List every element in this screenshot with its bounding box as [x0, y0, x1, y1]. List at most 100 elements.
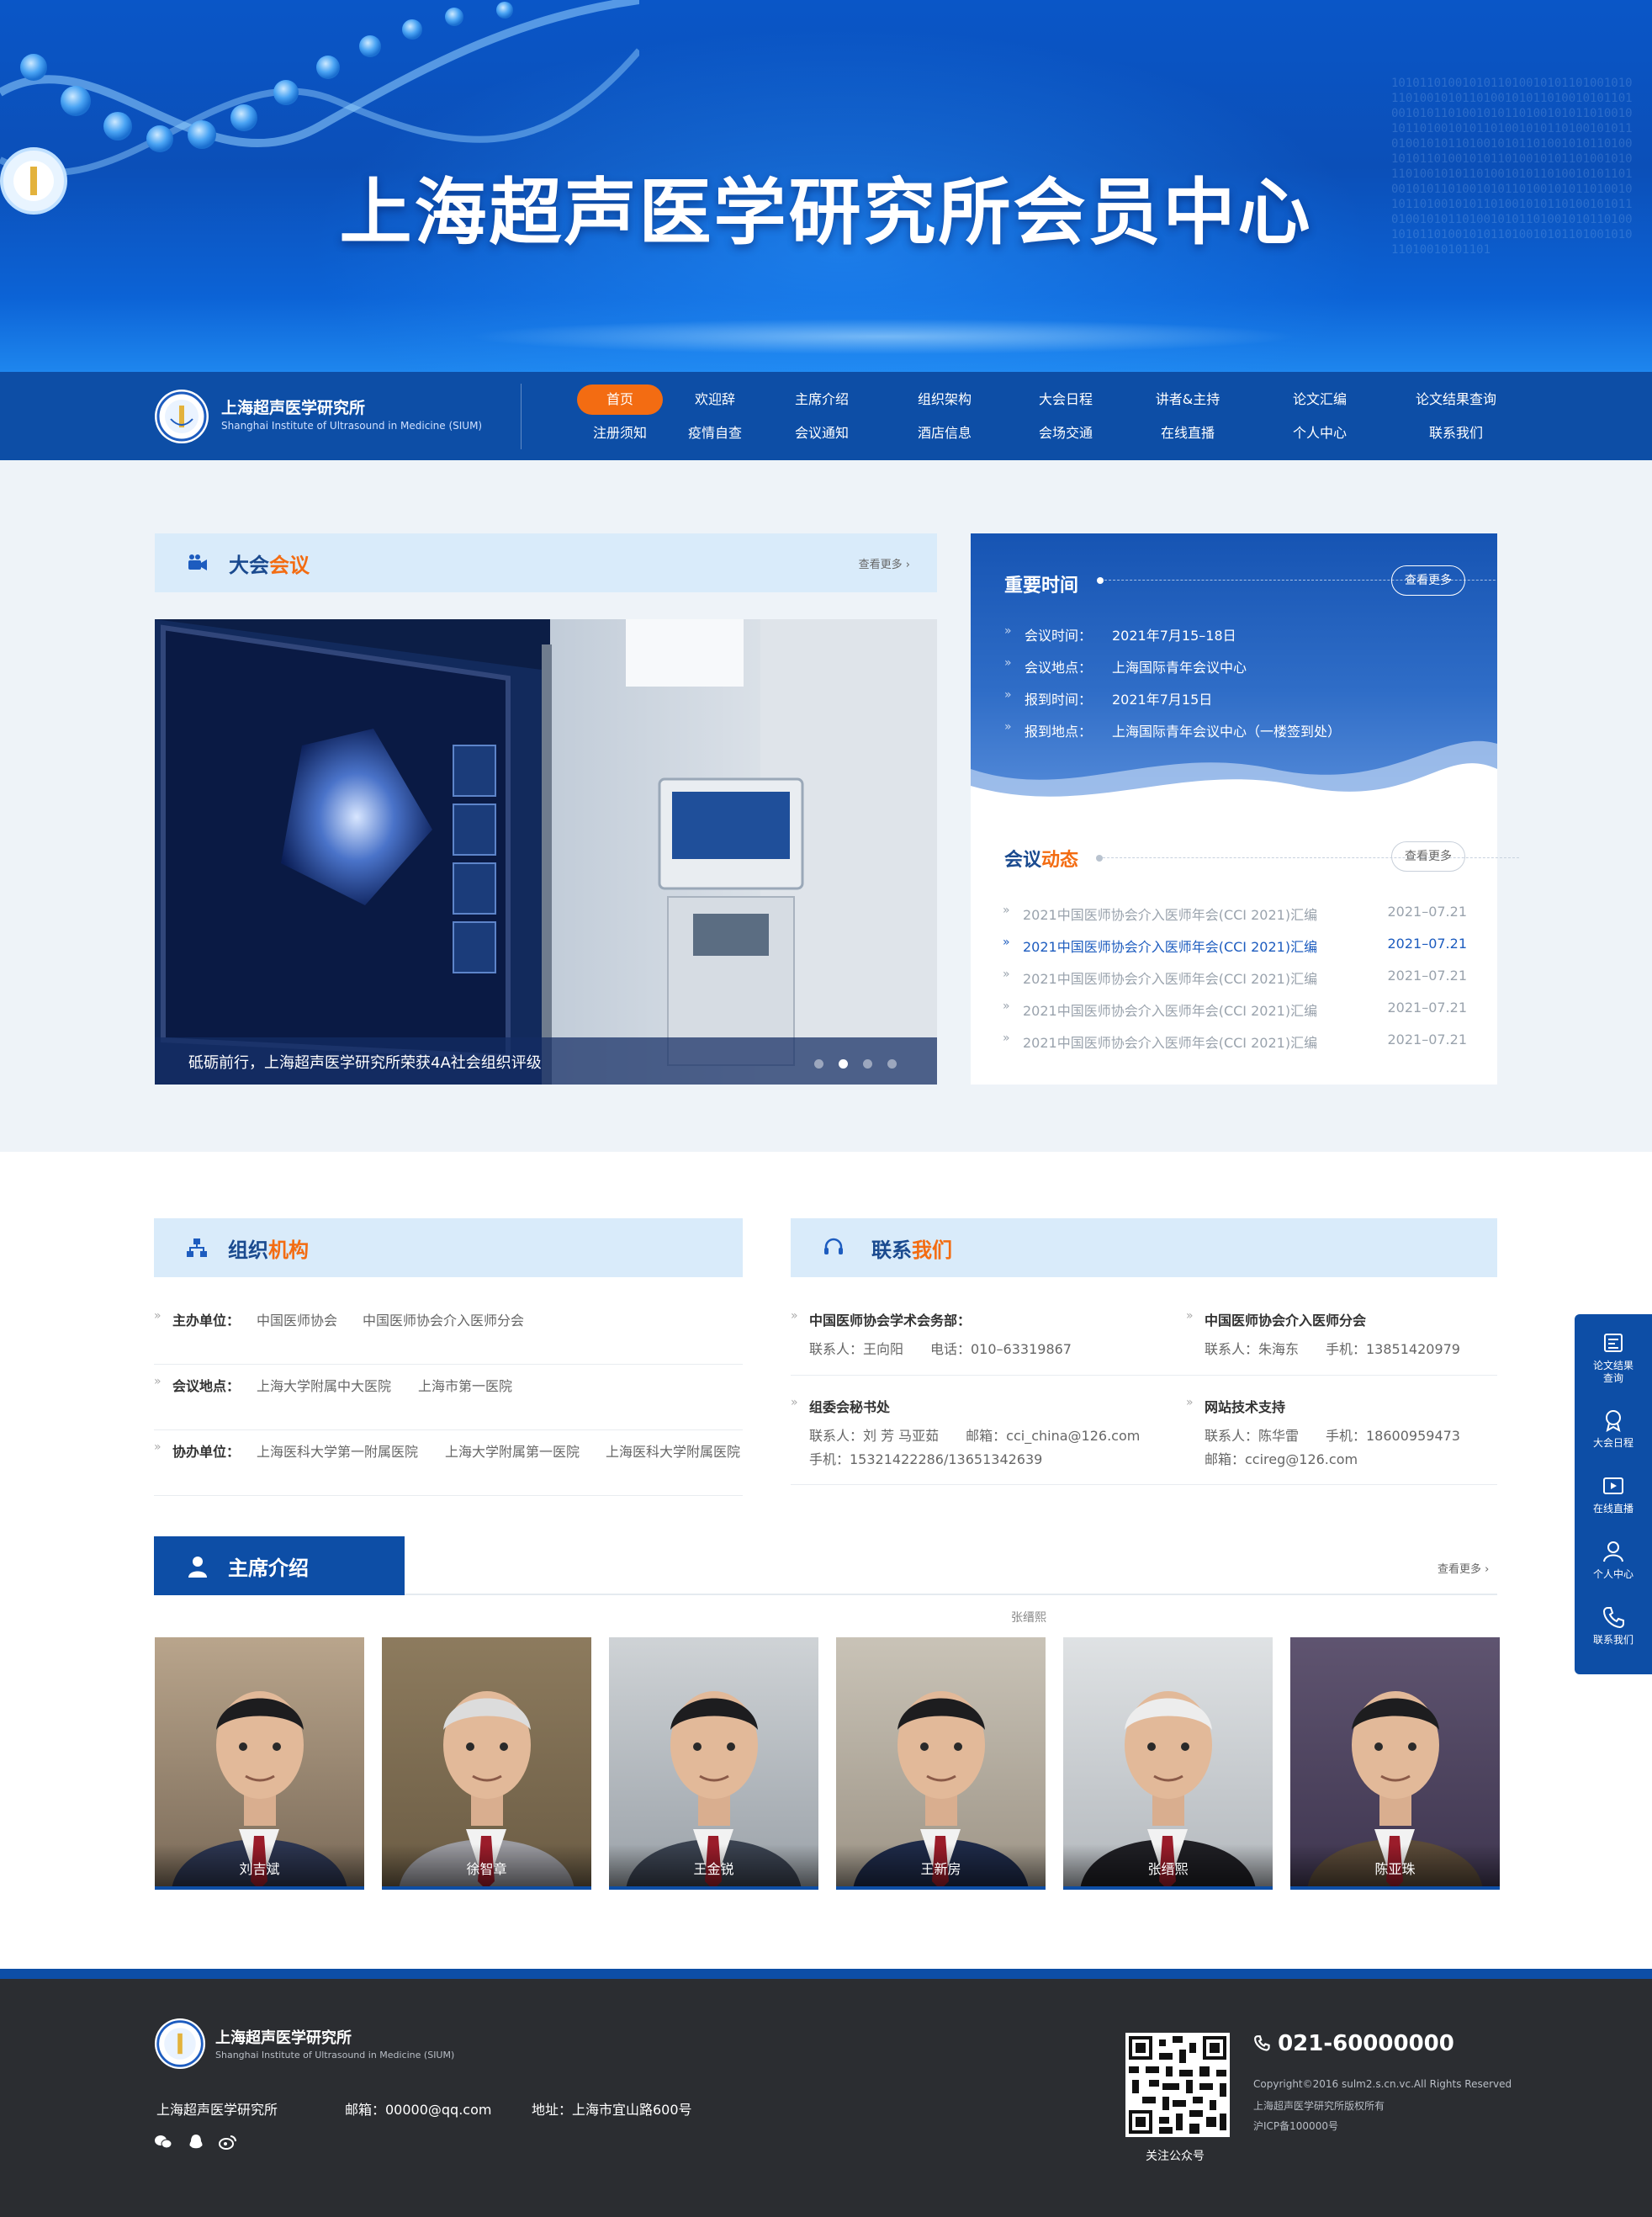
footer-logo-icon: [154, 2018, 206, 2070]
chair-name: 王新房: [920, 1861, 961, 1877]
sidebar-profile[interactable]: 个人中心: [1575, 1540, 1652, 1581]
carousel-dot-2[interactable]: [839, 1059, 848, 1069]
nav-notices[interactable]: 会议通知: [776, 418, 868, 448]
nav-transport[interactable]: 会场交通: [1019, 418, 1112, 448]
hero-title: 上海超声医学研究所会员中心: [339, 171, 1313, 255]
news-item[interactable]: » 2021中国医师协会介入医师年会(CCI 2021)汇编 2021–07.21: [1003, 1032, 1467, 1052]
carousel-caption[interactable]: 砥砺前行，上海超声医学研究所荣获4A社会组织评级: [188, 1051, 542, 1073]
qr-label: 关注公众号: [1146, 2150, 1205, 2163]
nav-live[interactable]: 在线直播: [1141, 418, 1234, 448]
chairs-section-title: 主席介绍: [228, 1557, 309, 1580]
headset-icon: [824, 1238, 843, 1254]
sidebar-live[interactable]: 在线直播: [1575, 1474, 1652, 1515]
contact-divider: [791, 1375, 1497, 1376]
org-row-venue: » 会议地点： 上海大学附属中大医院 上海市第一医院: [154, 1375, 743, 1430]
dot-icon: [1097, 577, 1104, 584]
news-title: 会议动态: [1004, 850, 1079, 871]
brand-logo-link[interactable]: 上海超声医学研究所 Shanghai Institute of Ultrasou…: [154, 385, 507, 446]
news-item[interactable]: » 2021中国医师协会介入医师年会(CCI 2021)汇编 2021–07.21: [1003, 936, 1467, 956]
hero-banner: 1010110100101011010010101101001010110100…: [0, 0, 1652, 372]
footer-email: 邮箱：00000@qq.com: [345, 2102, 492, 2118]
nav-papers[interactable]: 论文汇编: [1273, 385, 1366, 415]
nav-profile[interactable]: 个人中心: [1273, 418, 1366, 448]
chair-hover-name: 张缙熙: [1011, 1611, 1046, 1625]
contact-divider: [791, 1484, 1497, 1485]
qq-icon[interactable]: [187, 2134, 205, 2151]
news-more-button[interactable]: 查看更多: [1391, 841, 1465, 872]
meeting-carousel[interactable]: 砥砺前行，上海超声医学研究所荣获4A社会组织评级: [155, 619, 937, 1085]
nav-welcome[interactable]: 欢迎辞: [669, 385, 761, 415]
meeting-section-header: 大会会议 查看更多 ›: [155, 533, 937, 592]
org-section-header: 组织机构: [154, 1218, 743, 1277]
floating-sidebar: 论文结果 查询 大会日程 在线直播 个人中心 联系我们: [1575, 1314, 1652, 1674]
chair-card[interactable]: 刘吉斌: [155, 1637, 364, 1890]
org-row-cohost: » 协办单位： 上海医科大学第一附属医院 上海大学附属第一医院 上海医科大学附属医…: [154, 1440, 743, 1496]
important-time-title: 重要时间: [1004, 575, 1079, 597]
footer-brand-name: 上海超声医学研究所: [215, 2029, 352, 2047]
nav-paper-results[interactable]: 论文结果查询: [1400, 385, 1512, 415]
contact-section-title: 联系我们: [871, 1238, 952, 1262]
chair-name: 陈亚珠: [1374, 1861, 1416, 1877]
chairs-rule: [405, 1594, 1497, 1595]
org-section-title: 组织机构: [228, 1238, 309, 1262]
footer-rights: 上海超声医学研究所版权所有: [1253, 2100, 1385, 2112]
carousel-dot-1[interactable]: [814, 1059, 823, 1069]
ultrasound-room-photo: [155, 619, 937, 1085]
sium-logo-icon: [155, 390, 209, 443]
carousel-dot-4[interactable]: [887, 1059, 897, 1069]
news-item[interactable]: » 2021中国医师协会介入医师年会(CCI 2021)汇编 2021–07.21: [1003, 904, 1467, 924]
light-flare: [252, 303, 1514, 370]
nav-schedule[interactable]: 大会日程: [1019, 385, 1112, 415]
chair-card[interactable]: 王新房: [836, 1637, 1046, 1890]
nav-registration[interactable]: 注册须知: [574, 418, 666, 448]
video-camera-icon: [188, 554, 207, 570]
footer-icp[interactable]: 沪ICP备100000号: [1253, 2119, 1338, 2133]
important-time-more-button[interactable]: 查看更多: [1391, 565, 1465, 596]
video-icon: [1603, 1477, 1623, 1494]
chair-card[interactable]: 王金锐: [609, 1637, 818, 1890]
org-chart-icon: [187, 1238, 207, 1257]
carousel-caption-bar: 砥砺前行，上海超声医学研究所荣获4A社会组织评级: [155, 1037, 937, 1085]
main-navbar: 上海超声医学研究所 Shanghai Institute of Ultrasou…: [0, 372, 1652, 460]
chair-name: 刘吉斌: [239, 1861, 280, 1877]
footer-address: 地址：上海市宜山路600号: [532, 2102, 692, 2118]
news-item[interactable]: » 2021中国医师协会介入医师年会(CCI 2021)汇编 2021–07.21: [1003, 968, 1467, 988]
meeting-more-link[interactable]: 查看更多 ›: [859, 555, 910, 571]
nav-speakers[interactable]: 讲者&主持: [1141, 385, 1234, 415]
sidebar-schedule[interactable]: 大会日程: [1575, 1408, 1652, 1450]
weibo-icon[interactable]: [219, 2134, 237, 2151]
sidebar-paper-results[interactable]: 论文结果 查询: [1575, 1331, 1652, 1385]
person-icon: [188, 1557, 207, 1578]
nav-home[interactable]: 首页: [577, 385, 663, 415]
news-item[interactable]: » 2021中国医师协会介入医师年会(CCI 2021)汇编 2021–07.21: [1003, 1000, 1467, 1020]
meeting-section-title: 大会会议: [229, 554, 310, 577]
chairs-section-header: 主席介绍: [154, 1536, 405, 1595]
user-icon: [1603, 1541, 1623, 1562]
document-icon: [1604, 1334, 1623, 1352]
chair-name: 王金锐: [693, 1861, 734, 1877]
contact-section-header: 联系我们: [791, 1218, 1497, 1277]
footer-copyright: Copyright©2016 sulm2.s.cn.vc.All Rights …: [1253, 2078, 1512, 2090]
chair-card[interactable]: 陈亚珠: [1290, 1637, 1500, 1890]
nav-organization[interactable]: 组织架构: [898, 385, 991, 415]
chairs-more-link[interactable]: 查看更多 ›: [1438, 1560, 1489, 1576]
nav-divider: [521, 384, 522, 449]
sidebar-contact[interactable]: 联系我们: [1575, 1605, 1652, 1647]
phone-icon: [1254, 2035, 1270, 2051]
nav-chairs[interactable]: 主席介绍: [776, 385, 868, 415]
wechat-icon[interactable]: [154, 2134, 172, 2151]
chair-name: 徐智章: [466, 1861, 507, 1877]
nav-health-check[interactable]: 疫情自查: [669, 418, 761, 448]
site-footer: 上海超声医学研究所 Shanghai Institute of Ultrasou…: [0, 1979, 1652, 2217]
chair-name: 张缙熙: [1147, 1861, 1189, 1877]
footer-org: 上海超声医学研究所: [156, 2102, 278, 2118]
phone-icon: [1602, 1607, 1624, 1629]
chair-card[interactable]: 张缙熙: [1063, 1637, 1273, 1890]
footer-brand-name-en: Shanghai Institute of Ultrasound in Medi…: [215, 2050, 455, 2061]
nav-hotel[interactable]: 酒店信息: [898, 418, 991, 448]
brand-name: 上海超声医学研究所: [221, 399, 366, 417]
brand-name-en: Shanghai Institute of Ultrasound in Medi…: [221, 420, 483, 432]
nav-contact[interactable]: 联系我们: [1410, 418, 1502, 448]
carousel-dot-3[interactable]: [863, 1059, 872, 1069]
chair-card[interactable]: 徐智章: [382, 1637, 591, 1890]
